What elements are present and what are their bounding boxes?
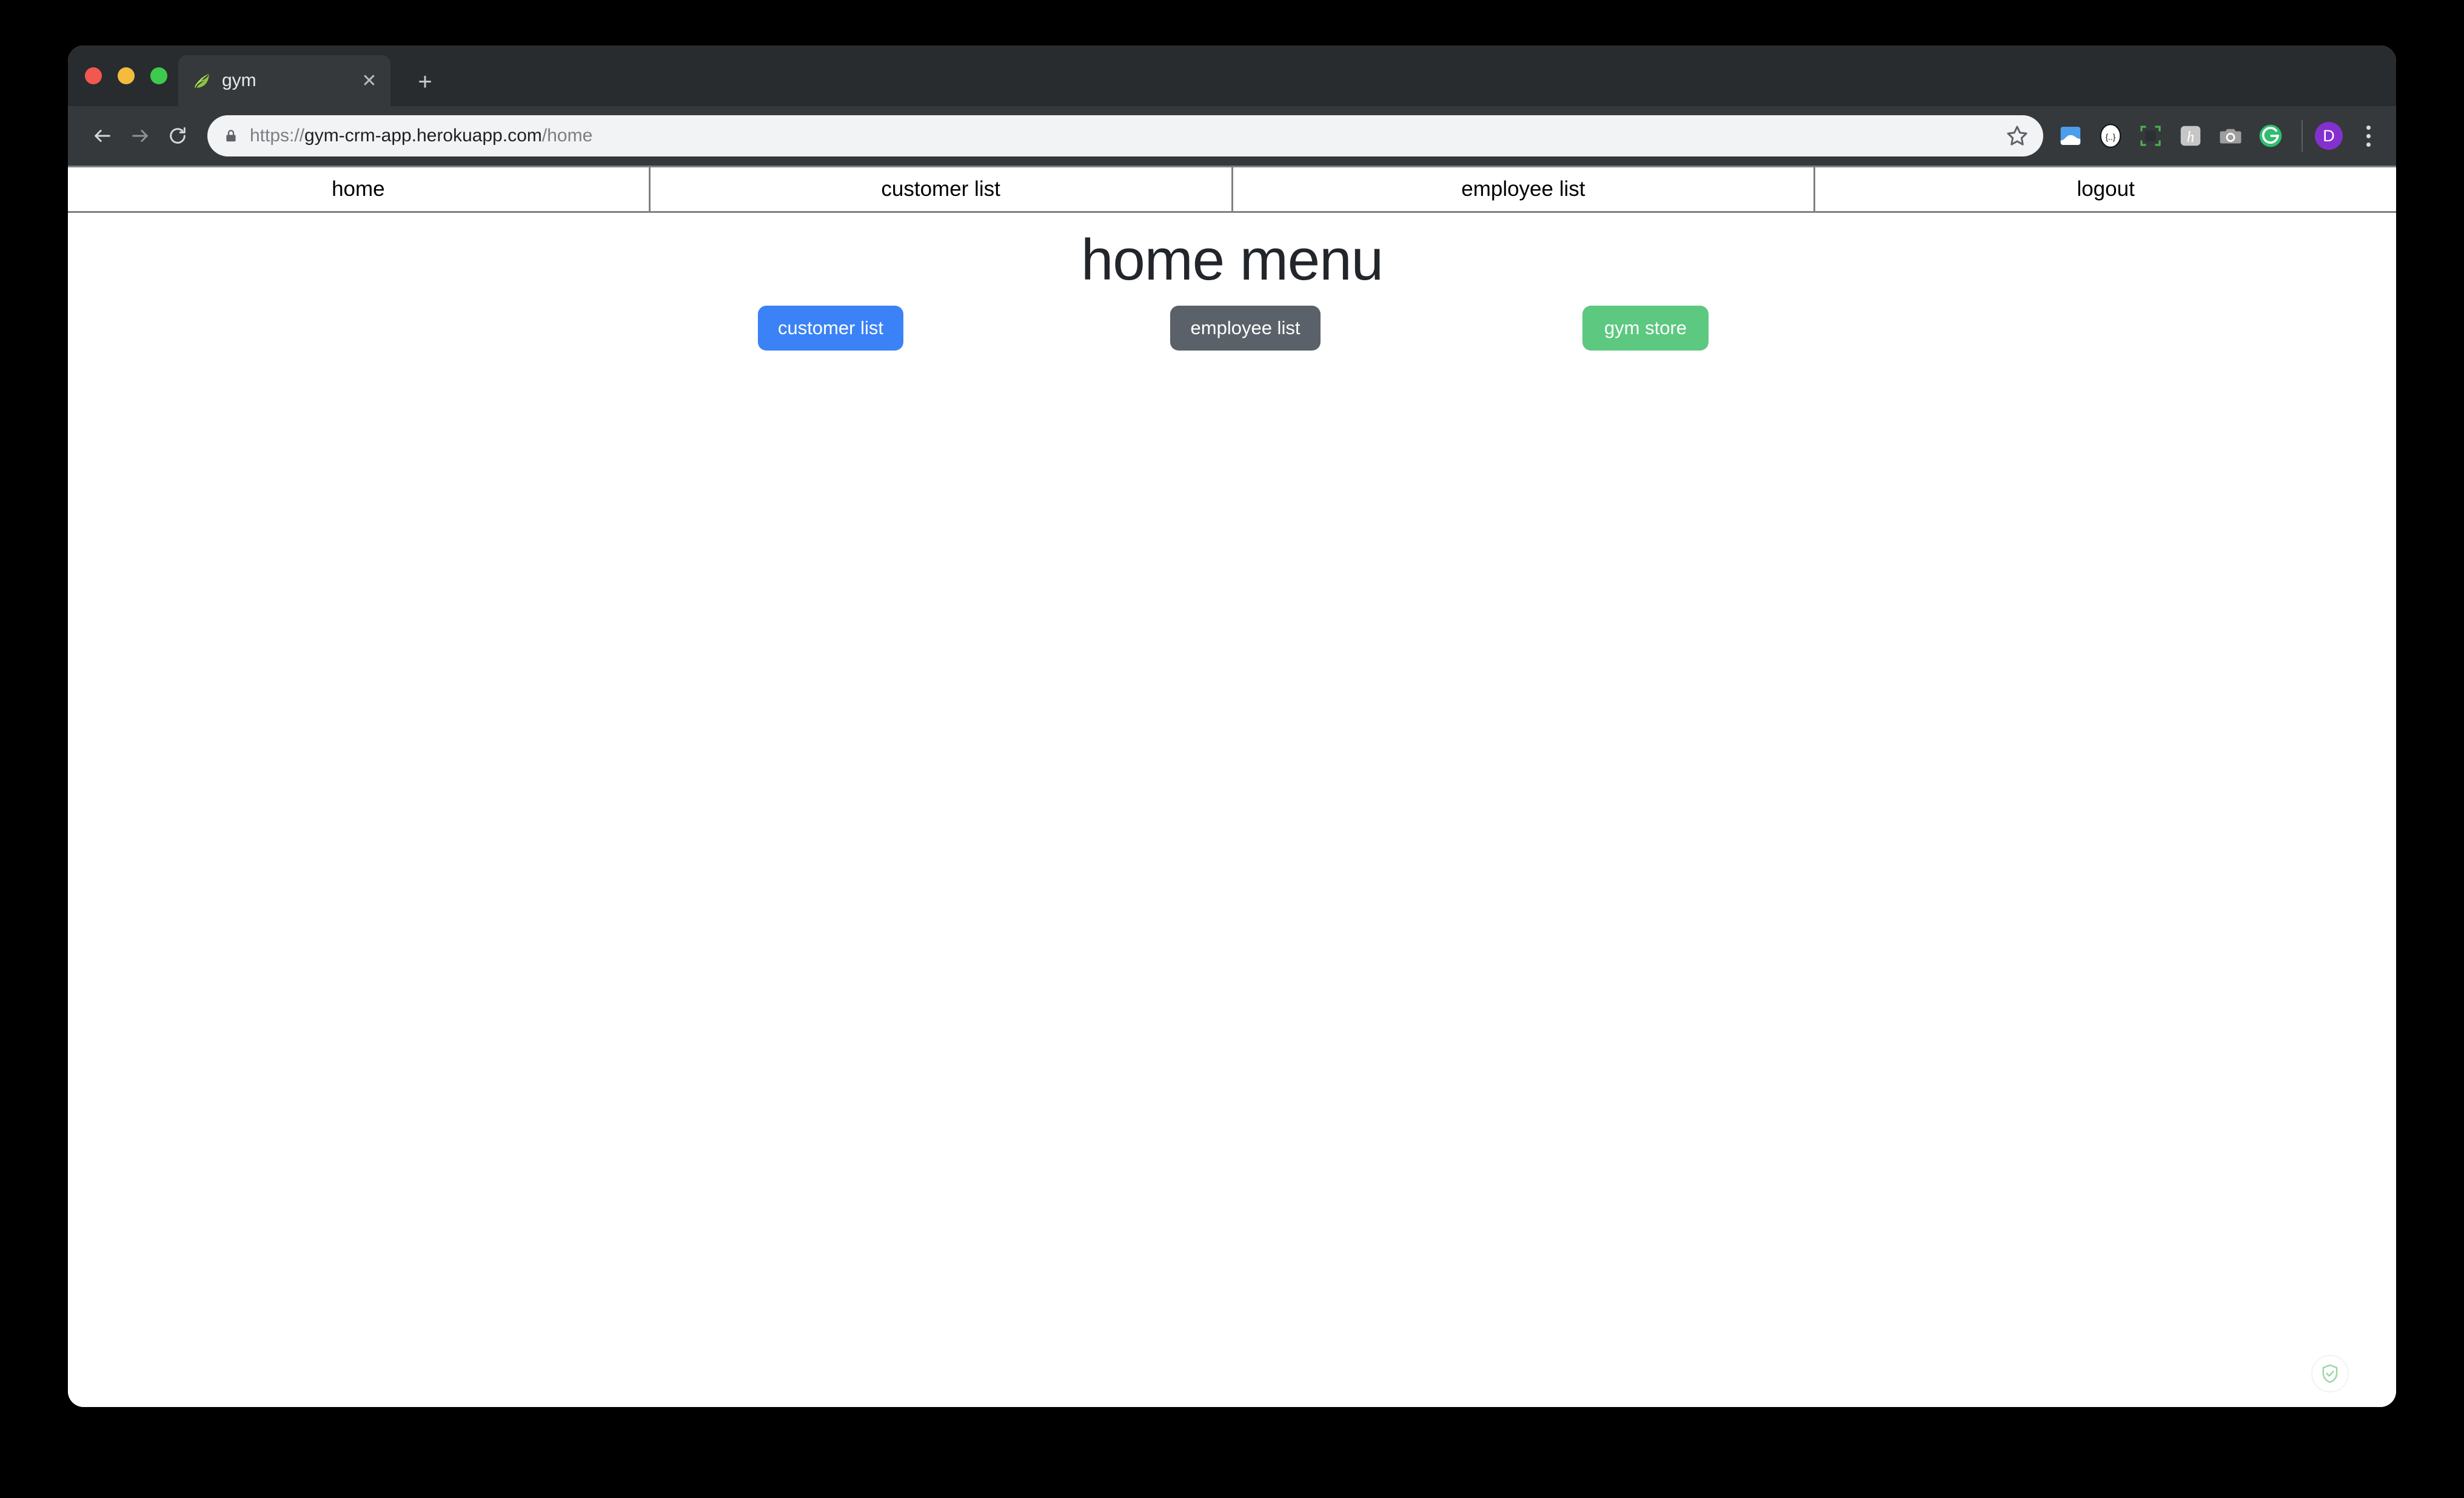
- minimize-window-button[interactable]: [118, 67, 135, 84]
- spring-leaf-icon: [195, 73, 209, 89]
- blue-document-extension-icon[interactable]: [2052, 117, 2089, 155]
- page-title: home menu: [1081, 227, 1384, 292]
- page-viewport: home customer list employee list logout …: [68, 166, 2396, 1407]
- address-bar[interactable]: https://gym-crm-app.herokuapp.com/home: [207, 115, 2043, 156]
- browser-tab[interactable]: gym ✕: [178, 55, 390, 106]
- window-controls: [85, 67, 167, 84]
- forward-arrow-icon[interactable]: [121, 117, 159, 155]
- url-text: https://gym-crm-app.herokuapp.com/home: [250, 126, 2004, 146]
- action-button-row: customer list employee list gym store: [68, 306, 2396, 378]
- back-arrow-icon[interactable]: [84, 117, 121, 155]
- nav-item-customer-list[interactable]: customer list: [651, 167, 1233, 211]
- profile-avatar[interactable]: D: [2315, 122, 2343, 150]
- customer-list-button[interactable]: customer list: [758, 306, 903, 351]
- camera-extension-icon[interactable]: [2212, 117, 2249, 155]
- browser-window: gym ✕ + https://gym-crm-app.herokuapp.co…: [68, 45, 2396, 1407]
- three-dot-menu-icon[interactable]: [2351, 117, 2385, 155]
- curly-braces-extension-icon[interactable]: {..}: [2092, 117, 2129, 155]
- nav-item-home[interactable]: home: [68, 167, 651, 211]
- honey-extension-icon[interactable]: h: [2172, 117, 2209, 155]
- gym-store-button[interactable]: gym store: [1582, 306, 1709, 351]
- new-tab-button[interactable]: +: [412, 70, 438, 96]
- close-window-button[interactable]: [85, 67, 102, 84]
- employee-list-button[interactable]: employee list: [1170, 306, 1321, 351]
- browser-toolbar: https://gym-crm-app.herokuapp.com/home {…: [68, 106, 2396, 166]
- grammarly-extension-icon[interactable]: [2252, 117, 2289, 155]
- extension-icons: {..} h D: [2052, 117, 2385, 155]
- tab-title: gym: [222, 70, 256, 90]
- url-scheme: https://: [250, 126, 305, 146]
- toolbar-divider: [2302, 120, 2303, 152]
- nav-item-employee-list[interactable]: employee list: [1233, 167, 1816, 211]
- svg-text:h: h: [2187, 129, 2195, 146]
- svg-text:{..}: {..}: [2106, 132, 2116, 141]
- url-path: /home: [541, 126, 593, 146]
- lock-icon: [226, 130, 236, 142]
- tab-strip: gym ✕ +: [68, 45, 2396, 106]
- adguard-shield-icon[interactable]: [2311, 1355, 2349, 1392]
- green-corners-extension-icon[interactable]: [2132, 117, 2169, 155]
- star-icon[interactable]: [2004, 123, 2030, 149]
- nav-item-logout[interactable]: logout: [1815, 167, 2396, 211]
- reload-icon[interactable]: [159, 117, 196, 155]
- site-navigation: home customer list employee list logout: [68, 166, 2396, 213]
- url-host: gym-crm-app.herokuapp.com: [304, 126, 542, 146]
- close-tab-icon[interactable]: ✕: [359, 70, 380, 91]
- maximize-window-button[interactable]: [150, 67, 167, 84]
